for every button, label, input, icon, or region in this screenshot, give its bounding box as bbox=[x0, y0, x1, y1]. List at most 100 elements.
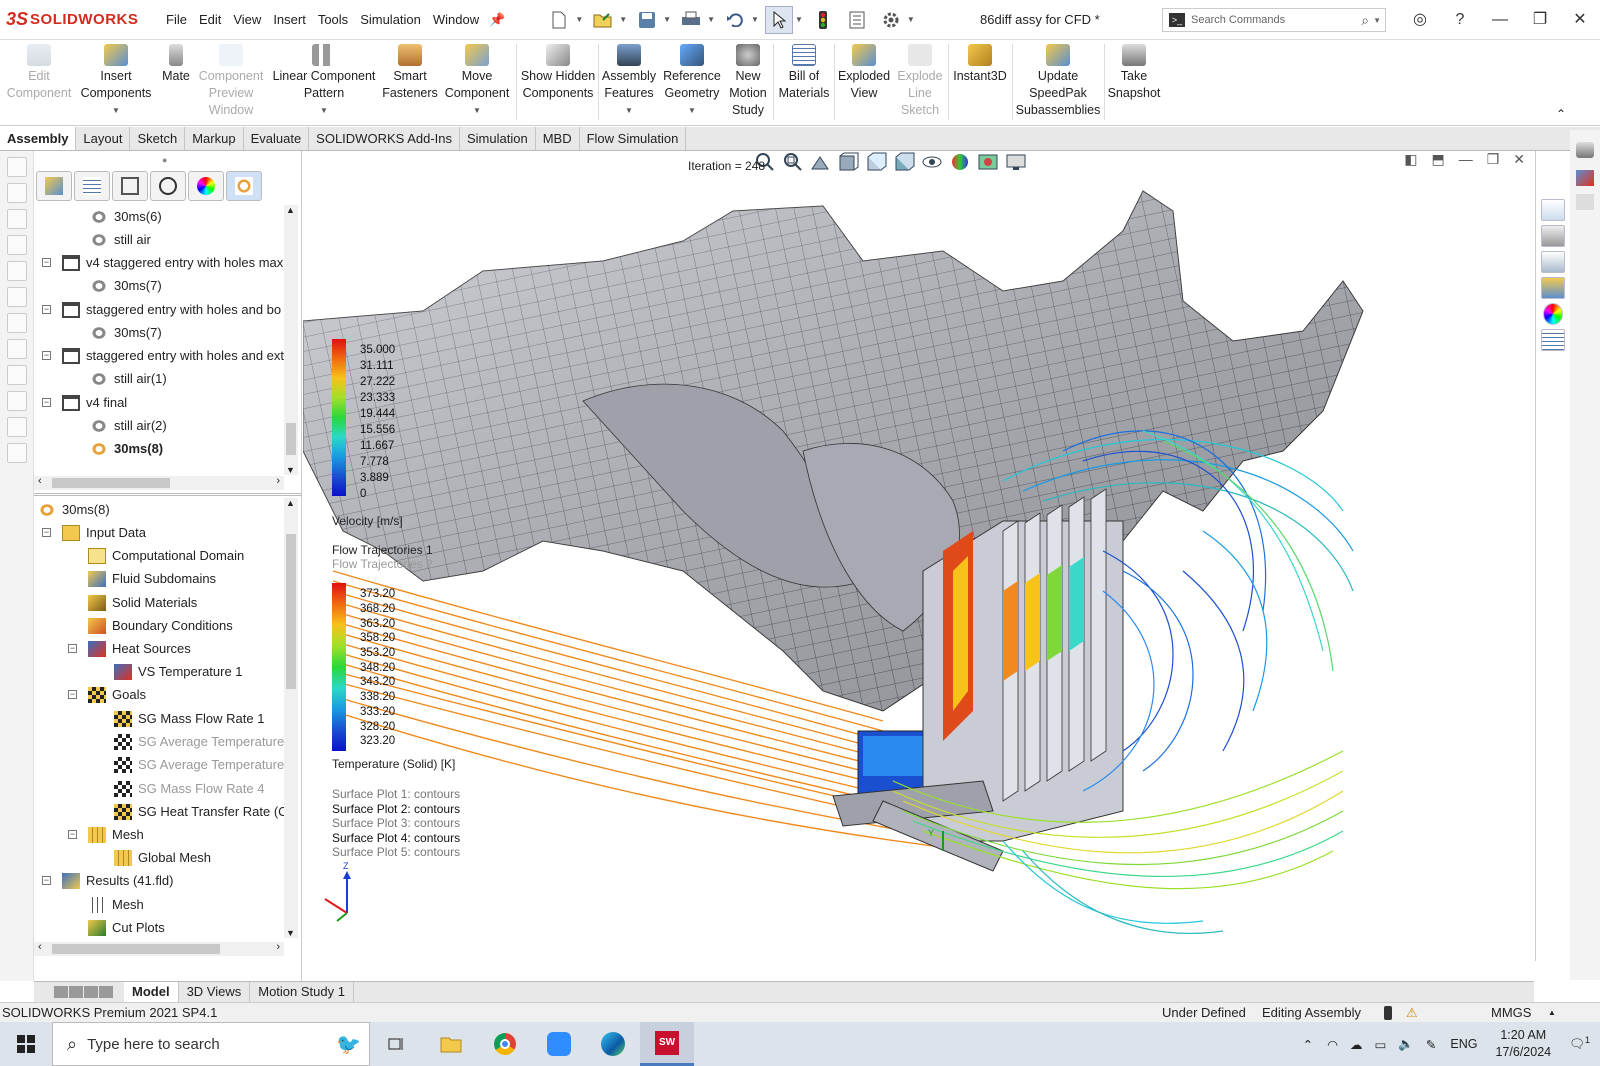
show-hidden-components-button[interactable]: Show Hidden Components bbox=[518, 44, 598, 102]
graphics-area[interactable]: ◧ ⬒ — ❐ ✕ Iteration = 248 Z Y 35.000 31.… bbox=[303, 151, 1535, 961]
analysis-tree-scrollbar[interactable]: ▲ ▼ bbox=[284, 498, 298, 938]
tab-assembly[interactable]: Assembly bbox=[0, 127, 77, 150]
new-motion-study-button[interactable]: New Motion Study bbox=[726, 44, 770, 119]
chevron-down-icon[interactable]: ▼ bbox=[440, 102, 514, 119]
collapse-toggle-icon[interactable]: − bbox=[42, 876, 51, 885]
chevron-down-icon[interactable]: ▼ bbox=[619, 15, 627, 24]
tree-item[interactable]: SG Heat Transfer Rate (Co bbox=[114, 800, 295, 823]
minimize-icon[interactable]: — bbox=[1480, 0, 1520, 40]
strip-tool-icon[interactable] bbox=[6, 443, 27, 463]
collapse-toggle-icon[interactable]: − bbox=[42, 528, 51, 537]
clock[interactable]: 1:20 AM 17/6/2024 bbox=[1496, 1027, 1552, 1061]
tree-item[interactable]: Computational Domain bbox=[88, 544, 244, 567]
insert-components-button[interactable]: Insert Components ▼ bbox=[76, 44, 156, 119]
scrollbar-thumb[interactable] bbox=[286, 534, 296, 689]
edge-icon[interactable] bbox=[586, 1022, 640, 1066]
units-selector[interactable]: MMGS bbox=[1491, 1003, 1531, 1023]
restore-icon[interactable]: ❐ bbox=[1520, 0, 1560, 40]
close-icon[interactable]: ✕ bbox=[1560, 0, 1600, 40]
surface-plot-item[interactable]: Surface Plot 5: contours bbox=[332, 845, 460, 860]
move-component-button[interactable]: Move Component ▼ bbox=[440, 44, 514, 119]
tree-item[interactable]: staggered entry with holes and ext bbox=[62, 344, 284, 367]
rebuild-traffic-light-icon[interactable] bbox=[809, 6, 837, 34]
tree-item[interactable]: SG Mass Flow Rate 1 bbox=[114, 707, 264, 730]
battery-icon[interactable]: ▭ bbox=[1375, 1037, 1387, 1052]
exploded-view-button[interactable]: Exploded View bbox=[836, 44, 892, 102]
new-document-icon[interactable] bbox=[545, 6, 573, 34]
tab-feature-tree[interactable] bbox=[36, 171, 72, 201]
tab-property-manager[interactable] bbox=[74, 171, 110, 201]
strip-tool-icon[interactable] bbox=[6, 287, 27, 307]
start-button[interactable] bbox=[0, 1022, 52, 1066]
smart-fasteners-button[interactable]: Smart Fasteners bbox=[382, 44, 438, 102]
config-tree-hscrollbar[interactable]: ‹ › bbox=[34, 475, 284, 490]
tab-display-manager[interactable] bbox=[188, 171, 224, 201]
scroll-down-icon[interactable]: ▼ bbox=[286, 928, 295, 938]
solidworks-logo[interactable]: 3S SOLIDWORKS bbox=[0, 9, 160, 30]
tree-item-disabled[interactable]: SG Average Temperature bbox=[114, 730, 284, 753]
panel-grip-icon[interactable]: ● bbox=[162, 155, 167, 165]
chevron-up-icon[interactable]: ⌃ bbox=[1303, 1037, 1313, 1052]
language-indicator[interactable]: ENG bbox=[1450, 1037, 1477, 1051]
zoom-icon[interactable] bbox=[532, 1022, 586, 1066]
onedrive-cloud-icon[interactable]: ☁ bbox=[1350, 1037, 1363, 1052]
edit-component-button[interactable]: Edit Component bbox=[4, 44, 74, 102]
scroll-down-icon[interactable]: ▼ bbox=[286, 465, 295, 475]
collapse-toggle-icon[interactable]: − bbox=[68, 644, 77, 653]
scroll-left-icon[interactable]: ‹ bbox=[38, 475, 42, 487]
tab-model[interactable]: Model bbox=[124, 982, 179, 1002]
task-view-icon[interactable] bbox=[370, 1022, 424, 1066]
tree-item[interactable]: still air(1) bbox=[90, 367, 167, 390]
bill-of-materials-button[interactable]: Bill of Materials bbox=[776, 44, 832, 102]
account-icon[interactable]: ◎ bbox=[1400, 0, 1440, 40]
menu-simulation[interactable]: Simulation bbox=[354, 0, 427, 40]
strip-tool-icon[interactable] bbox=[6, 261, 27, 281]
instant3d-button[interactable]: Instant3D bbox=[950, 44, 1010, 85]
chevron-down-icon[interactable]: ▼ bbox=[751, 15, 759, 24]
collapse-toggle-icon[interactable]: − bbox=[42, 351, 51, 360]
tree-item[interactable]: 30ms(6) bbox=[90, 205, 162, 228]
tree-item-active[interactable]: 30ms(8) bbox=[90, 437, 163, 460]
component-preview-window-button[interactable]: Component Preview Window bbox=[196, 44, 266, 119]
strip-tool-icon[interactable] bbox=[6, 339, 27, 359]
appearances-icon[interactable] bbox=[1543, 303, 1563, 325]
notifications-icon[interactable]: 🗨1 bbox=[1569, 1035, 1590, 1052]
strip-tool-icon[interactable] bbox=[6, 391, 27, 411]
tab-markup[interactable]: Markup bbox=[185, 127, 244, 150]
tab-mbd[interactable]: MBD bbox=[536, 127, 580, 150]
chevron-down-icon[interactable]: ▼ bbox=[660, 102, 724, 119]
menu-file[interactable]: File bbox=[160, 0, 193, 40]
update-speedpak-button[interactable]: Update SpeedPak Subassemblies bbox=[1014, 44, 1102, 119]
undo-icon[interactable] bbox=[721, 6, 749, 34]
options-icon[interactable] bbox=[1576, 194, 1594, 210]
tree-item[interactable]: Cut Plots bbox=[88, 916, 165, 939]
tree-item[interactable]: Results (41.fld) bbox=[62, 869, 173, 892]
assembly-features-button[interactable]: Assembly Features ▼ bbox=[600, 44, 658, 119]
collapse-ribbon-icon[interactable]: ⌃ bbox=[1556, 107, 1566, 121]
tab-configuration-manager[interactable] bbox=[112, 171, 148, 201]
last-tab-icon[interactable] bbox=[99, 986, 113, 998]
explode-line-sketch-button[interactable]: Explode Line Sketch bbox=[894, 44, 946, 119]
file-explorer-icon[interactable] bbox=[424, 1022, 478, 1066]
tab-simulation[interactable]: Simulation bbox=[460, 127, 536, 150]
tab-flow-analysis[interactable] bbox=[226, 171, 262, 201]
save-icon[interactable] bbox=[633, 6, 661, 34]
collapse-toggle-icon[interactable]: − bbox=[68, 830, 77, 839]
strip-tool-icon[interactable] bbox=[6, 209, 27, 229]
surface-plot-item[interactable]: Surface Plot 1: contours bbox=[332, 787, 460, 802]
menu-insert[interactable]: Insert bbox=[267, 0, 312, 40]
scroll-left-icon[interactable]: ‹ bbox=[38, 941, 42, 953]
collapse-toggle-icon[interactable]: − bbox=[42, 258, 51, 267]
strip-tool-icon[interactable] bbox=[6, 157, 27, 177]
take-snapshot-button[interactable]: Take Snapshot bbox=[1106, 44, 1162, 102]
collapse-toggle-icon[interactable]: − bbox=[42, 305, 51, 314]
tab-layout[interactable]: Layout bbox=[76, 127, 131, 150]
tree-item[interactable]: Fluid Subdomains bbox=[88, 567, 216, 590]
scroll-up-icon[interactable]: ▲ bbox=[286, 205, 295, 215]
tab-solidworks-add-ins[interactable]: SOLIDWORKS Add-Ins bbox=[309, 127, 460, 150]
tree-item[interactable]: Input Data bbox=[62, 521, 146, 544]
cfd-model-render[interactable]: Z Y bbox=[303, 151, 1535, 961]
help-icon[interactable]: ? bbox=[1440, 0, 1480, 40]
menu-tools[interactable]: Tools bbox=[312, 0, 354, 40]
network-icon[interactable]: ◠ bbox=[1327, 1037, 1338, 1052]
